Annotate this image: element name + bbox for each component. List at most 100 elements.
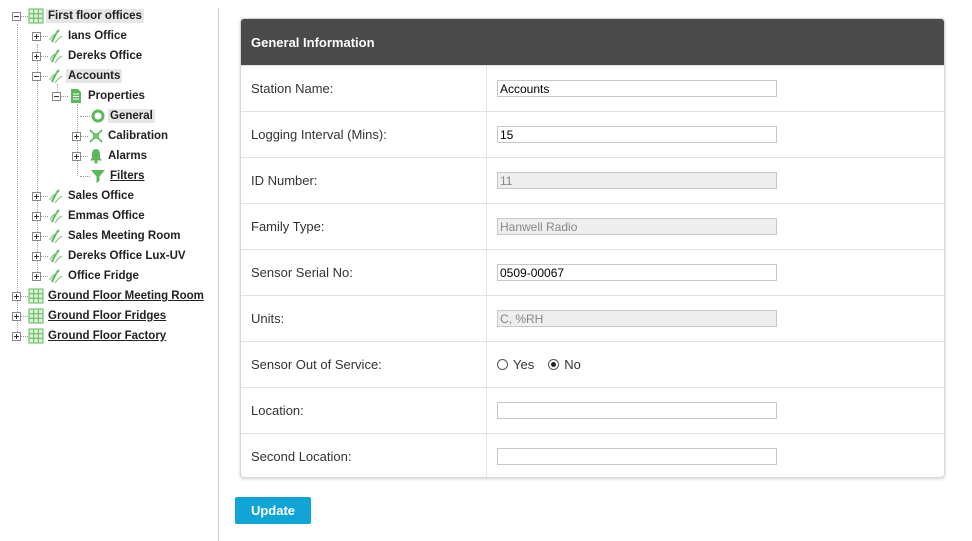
sensor-icon (49, 229, 63, 244)
tree-label: Dereks Office Lux-UV (68, 250, 186, 262)
panel-divider (218, 8, 219, 541)
field-label: Units: (251, 311, 285, 326)
units-input (497, 310, 777, 327)
field-label: Sensor Out of Service: (251, 357, 382, 372)
tree-node-filters[interactable]: Filters (80, 166, 147, 186)
location-input[interactable] (497, 402, 777, 419)
tree-label: Accounts (66, 69, 123, 83)
second-location-input[interactable] (497, 448, 777, 465)
tree-node-properties[interactable]: Properties (52, 86, 147, 106)
tree-label: Calibration (108, 130, 169, 142)
tree-label: Emmas Office (68, 210, 145, 222)
collapse-icon[interactable] (52, 91, 61, 101)
tree-node-sales-office[interactable]: Sales Office (32, 186, 136, 206)
collapse-icon[interactable] (32, 71, 41, 81)
expand-icon[interactable] (12, 291, 21, 301)
tree-node-calibration[interactable]: Calibration (72, 126, 170, 146)
field-row-id-number: ID Number: (241, 157, 944, 203)
filter-icon (91, 170, 105, 183)
sensor-icon (49, 189, 63, 204)
tree-node-dereks-office-lux-uv[interactable]: Dereks Office Lux-UV (32, 246, 188, 266)
field-label: Location: (251, 403, 304, 418)
tree-label: Properties (88, 90, 145, 102)
expand-icon[interactable] (12, 311, 21, 321)
grid-icon (28, 8, 44, 24)
id-number-input (497, 172, 777, 189)
field-label: Station Name: (251, 81, 334, 96)
field-row-station-name: Station Name: (241, 65, 944, 111)
tree-label: Ground Floor Factory (48, 330, 167, 342)
calibration-icon (89, 129, 103, 143)
field-label: Family Type: (251, 219, 325, 234)
field-row-logging-interval: Logging Interval (Mins): (241, 111, 944, 157)
tree-label: Ground Floor Fridges (48, 310, 167, 322)
radio-label: No (564, 357, 581, 372)
expand-icon[interactable] (32, 271, 41, 281)
expand-icon[interactable] (72, 131, 81, 141)
radio-label: Yes (513, 357, 535, 372)
document-icon (71, 89, 81, 103)
sensor-icon (49, 29, 63, 44)
tree-label: Ground Floor Meeting Room (48, 290, 204, 302)
tree-node-sales-meeting-room[interactable]: Sales Meeting Room (32, 226, 182, 246)
family-type-input (497, 218, 777, 235)
bell-icon (90, 149, 102, 164)
field-label: Logging Interval (Mins): (251, 127, 387, 142)
sensor-icon (49, 249, 63, 264)
sensor-serial-input[interactable] (497, 264, 777, 281)
navigation-tree: First floor offices Ians Office Dereks O… (0, 0, 218, 541)
grid-icon (28, 328, 44, 344)
tree-node-ground-floor-factory[interactable]: Ground Floor Factory (12, 326, 168, 346)
circle-icon (91, 109, 105, 123)
field-row-family-type: Family Type: (241, 203, 944, 249)
field-row-out-of-service: Sensor Out of Service: Yes No (241, 341, 944, 387)
tree-node-ians-office[interactable]: Ians Office (32, 26, 129, 46)
tree-node-alarms[interactable]: Alarms (72, 146, 149, 166)
expand-icon[interactable] (32, 191, 41, 201)
expand-icon[interactable] (32, 211, 41, 221)
radio-circle-icon[interactable] (497, 359, 508, 370)
collapse-icon[interactable] (12, 11, 21, 21)
tree-node-emmas-office[interactable]: Emmas Office (32, 206, 147, 226)
tree-node-accounts[interactable]: Accounts (32, 66, 123, 86)
tree-node-ground-floor-fridges[interactable]: Ground Floor Fridges (12, 306, 168, 326)
tree-label: First floor offices (46, 9, 144, 23)
grid-icon (28, 288, 44, 304)
tree-label: Dereks Office (68, 50, 143, 62)
tree-label: General (108, 109, 155, 123)
field-label: Second Location: (251, 449, 352, 464)
tree-node-ground-floor-meeting-room[interactable]: Ground Floor Meeting Room (12, 286, 206, 306)
expand-icon[interactable] (32, 231, 41, 241)
field-row-second-location: Second Location: (241, 433, 944, 477)
expand-icon[interactable] (32, 31, 41, 41)
tree-label: Ians Office (68, 30, 127, 42)
tree-label: Alarms (108, 150, 147, 162)
field-row-units: Units: (241, 295, 944, 341)
field-label: ID Number: (251, 173, 318, 188)
expand-icon[interactable] (32, 51, 41, 61)
update-button[interactable]: Update (235, 497, 311, 524)
tree-label: Office Fridge (68, 270, 139, 282)
out-of-service-yes-radio[interactable]: Yes (497, 357, 534, 372)
tree-node-general[interactable]: General (80, 106, 155, 126)
tree-node-office-fridge[interactable]: Office Fridge (32, 266, 141, 286)
sensor-icon (49, 69, 63, 84)
sensor-icon (49, 49, 63, 64)
expand-icon[interactable] (72, 151, 81, 161)
logging-interval-input[interactable] (497, 126, 777, 143)
tree-node-first-floor-offices[interactable]: First floor offices (12, 6, 144, 26)
sensor-icon (49, 269, 63, 284)
tree-node-dereks-office[interactable]: Dereks Office (32, 46, 144, 66)
general-information-panel: General Information Station Name: Loggin… (240, 18, 945, 478)
sensor-icon (49, 209, 63, 224)
radio-circle-icon[interactable] (548, 359, 560, 370)
expand-icon[interactable] (32, 251, 41, 261)
station-name-input[interactable] (497, 80, 777, 97)
panel-title: General Information (241, 19, 944, 65)
expand-icon[interactable] (12, 331, 21, 341)
tree-label: Sales Office (68, 190, 134, 202)
field-row-location: Location: (241, 387, 944, 433)
out-of-service-no-radio[interactable]: No (548, 357, 581, 372)
tree-label: Sales Meeting Room (68, 230, 181, 242)
grid-icon (28, 308, 44, 324)
